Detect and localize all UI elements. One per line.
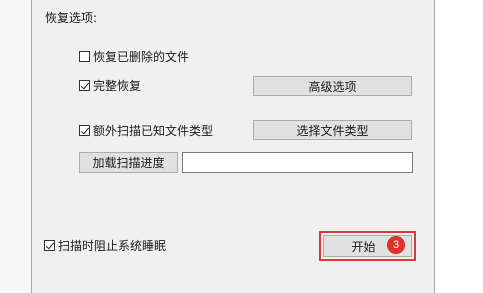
full-recovery-option[interactable]: 完整恢复 <box>79 77 141 93</box>
recovery-options-dialog: 恢复选项: 恢复已删除的文件 完整恢复 高级选项 额外扫描已知文件类型 选择文件… <box>0 0 483 293</box>
load-scan-progress-button[interactable]: 加载扫描进度 <box>79 152 178 173</box>
section-title: 恢复选项: <box>45 11 98 25</box>
start-button-label: 开始 <box>351 239 376 254</box>
recover-deleted-option[interactable]: 恢复已删除的文件 <box>79 48 189 64</box>
select-file-types-button[interactable]: 选择文件类型 <box>253 120 412 140</box>
right-background <box>435 0 483 293</box>
extra-scan-checkbox[interactable] <box>79 124 90 136</box>
panel-left-border <box>31 0 32 293</box>
recover-deleted-checkbox[interactable] <box>79 50 90 62</box>
recover-deleted-label: 恢复已删除的文件 <box>93 49 190 64</box>
full-recovery-label: 完整恢复 <box>93 78 142 93</box>
scan-progress-path-input[interactable] <box>182 152 413 173</box>
extra-scan-label: 额外扫描已知文件类型 <box>93 123 214 138</box>
advanced-options-button[interactable]: 高级选项 <box>253 76 412 96</box>
step-number-badge: 3 <box>387 236 405 254</box>
prevent-sleep-label: 扫描时阻止系统睡眠 <box>58 238 167 253</box>
prevent-sleep-checkbox[interactable] <box>44 239 55 251</box>
full-recovery-checkbox[interactable] <box>79 79 90 91</box>
extra-scan-option[interactable]: 额外扫描已知文件类型 <box>79 122 213 138</box>
prevent-sleep-option[interactable]: 扫描时阻止系统睡眠 <box>44 237 166 253</box>
